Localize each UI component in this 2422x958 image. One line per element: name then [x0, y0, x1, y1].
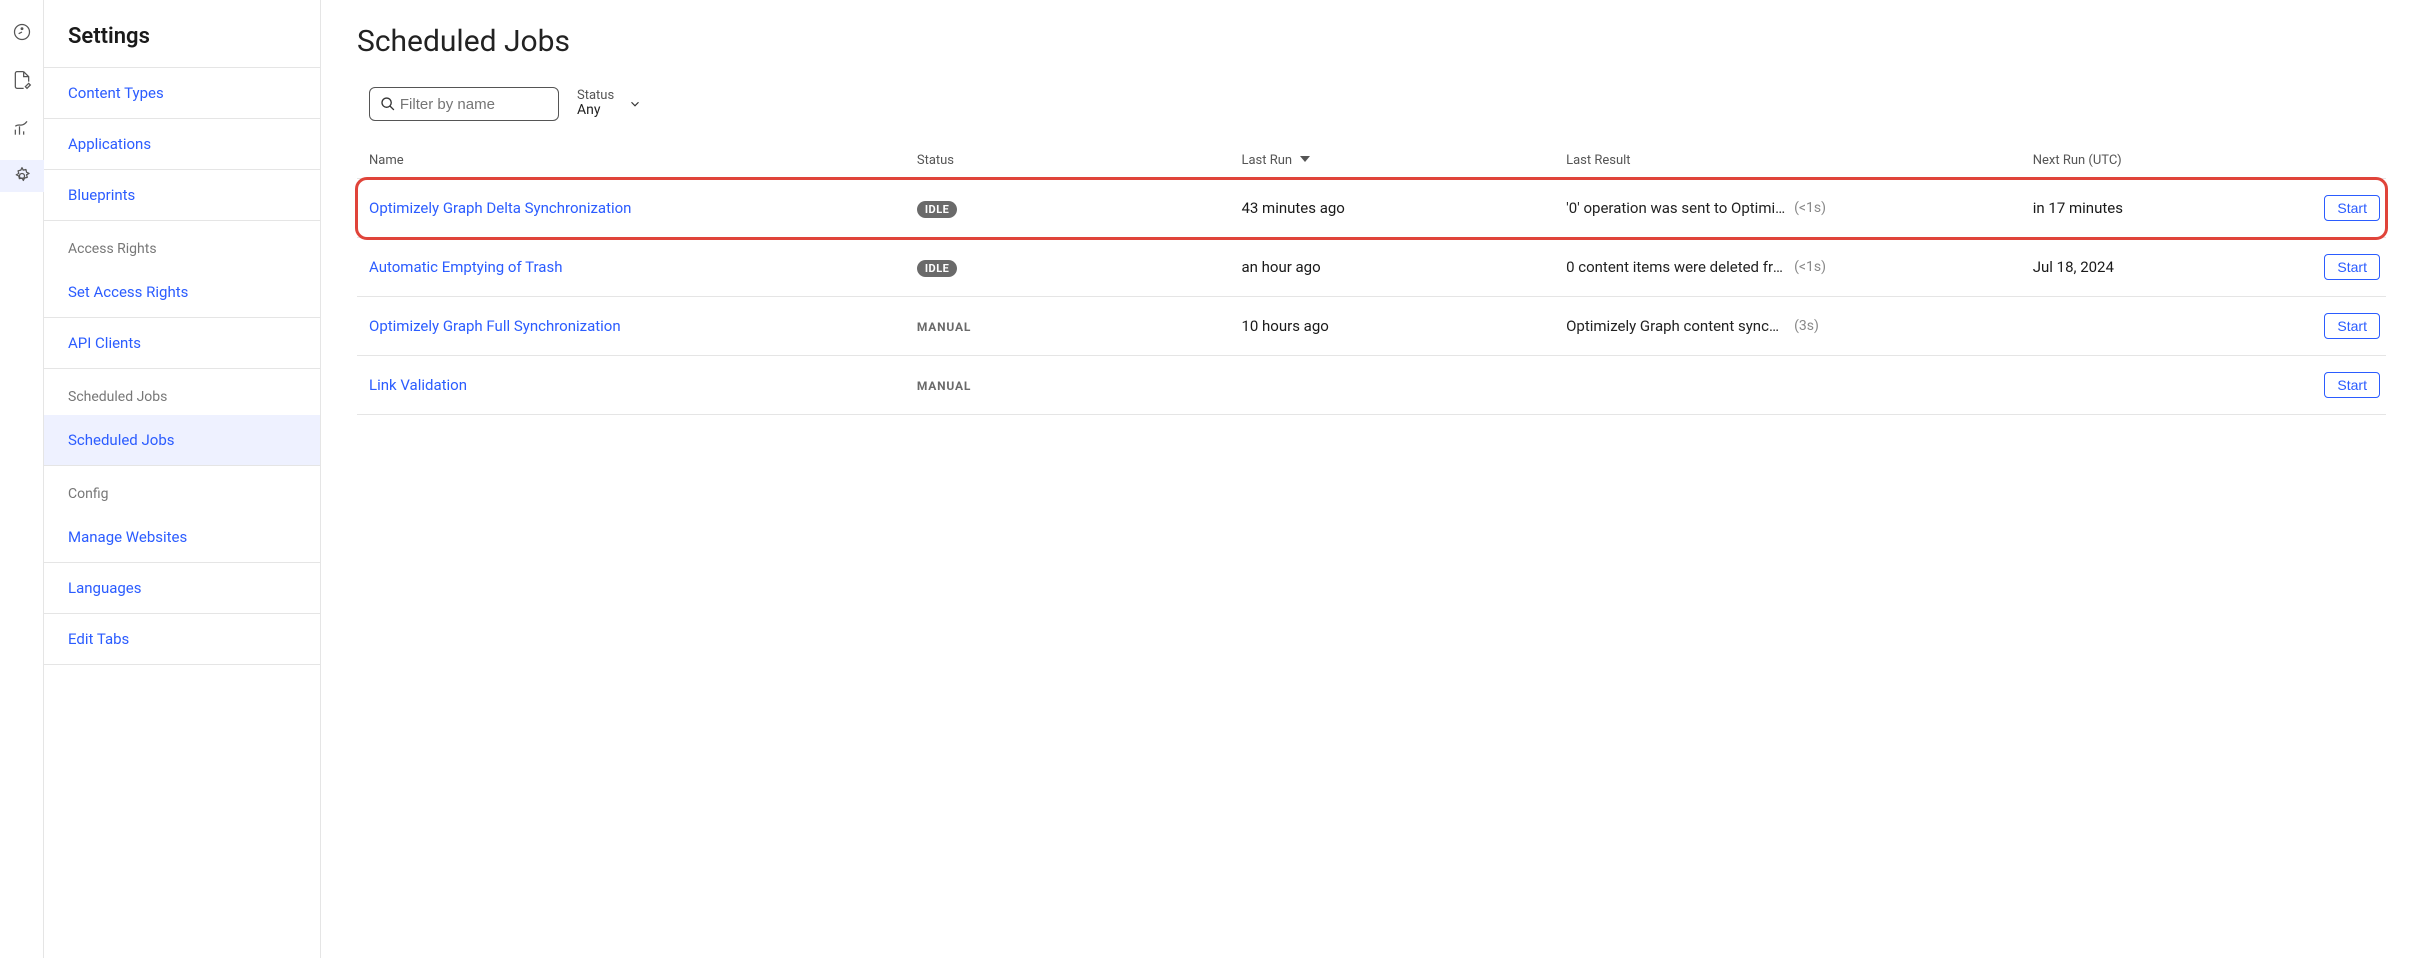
result-text: '0' operation was sent to Optimiz… — [1566, 199, 1786, 217]
start-button[interactable]: Start — [2324, 372, 2380, 398]
status-badge: MANUAL — [917, 379, 971, 393]
sidebar-item[interactable]: API Clients — [44, 318, 320, 369]
status-filter-label: Status — [577, 89, 614, 103]
table-row: Link Validation MANUAL Start — [357, 356, 2386, 415]
analytics-icon[interactable] — [0, 112, 44, 144]
filter-bar: Status Any — [357, 87, 2386, 121]
sidebar-item[interactable]: Languages — [44, 563, 320, 614]
sidebar-section-heading: Scheduled Jobs — [44, 369, 320, 415]
sidebar-item[interactable]: Content Types — [44, 68, 320, 119]
next-run-cell: in 17 minutes — [2021, 179, 2285, 238]
sidebar-section-heading: Access Rights — [44, 221, 320, 267]
status-badge: IDLE — [917, 260, 958, 277]
col-action — [2285, 145, 2386, 179]
col-lastresult[interactable]: Last Result — [1554, 145, 2021, 179]
result-text: 0 content items were deleted fro… — [1566, 258, 1786, 276]
start-button[interactable]: Start — [2324, 195, 2380, 221]
last-run-cell: 43 minutes ago — [1229, 179, 1554, 238]
page-title: Scheduled Jobs — [357, 24, 2386, 59]
sidebar-item[interactable]: Manage Websites — [44, 512, 320, 563]
sidebar-section-heading: Config — [44, 466, 320, 512]
sidebar-item[interactable]: Scheduled Jobs — [44, 415, 320, 466]
result-text: Optimizely Graph content synchro… — [1566, 317, 1786, 335]
next-run-cell — [2021, 297, 2285, 356]
sidebar: Settings Content TypesApplicationsBluepr… — [44, 0, 321, 958]
last-run-cell — [1229, 356, 1554, 415]
last-run-cell: an hour ago — [1229, 238, 1554, 297]
result-duration: (<1s) — [1794, 200, 1826, 216]
status-filter-value: Any — [577, 103, 614, 118]
next-run-cell: Jul 18, 2024 — [2021, 238, 2285, 297]
sidebar-item[interactable]: Set Access Rights — [44, 267, 320, 318]
sidebar-title: Settings — [44, 0, 320, 68]
edit-icon[interactable] — [0, 64, 44, 96]
sidebar-item[interactable]: Edit Tabs — [44, 614, 320, 665]
filter-input[interactable] — [400, 96, 548, 113]
result-duration: (<1s) — [1794, 259, 1826, 275]
col-status[interactable]: Status — [905, 145, 1230, 179]
job-name-link[interactable]: Automatic Emptying of Trash — [369, 258, 562, 276]
job-name-link[interactable]: Optimizely Graph Full Synchronization — [369, 317, 621, 335]
col-lastrun[interactable]: Last Run — [1229, 145, 1554, 179]
sidebar-item[interactable]: Blueprints — [44, 170, 320, 221]
next-run-cell — [2021, 356, 2285, 415]
main-content: Scheduled Jobs Status Any Name Status — [321, 0, 2422, 958]
status-badge: MANUAL — [917, 320, 971, 334]
icon-rail — [0, 0, 44, 958]
table-row: Optimizely Graph Delta Synchronization ID… — [357, 179, 2386, 238]
dashboard-icon[interactable] — [0, 16, 44, 48]
filter-input-wrap[interactable] — [369, 87, 559, 121]
job-name-link[interactable]: Optimizely Graph Delta Synchronization — [369, 199, 631, 217]
col-name[interactable]: Name — [357, 145, 905, 179]
status-filter-dropdown[interactable]: Status Any — [577, 89, 642, 119]
jobs-table: Name Status Last Run Last Result Next Ru… — [357, 145, 2386, 415]
search-icon — [380, 95, 396, 113]
sort-desc-icon — [1299, 153, 1311, 168]
start-button[interactable]: Start — [2324, 313, 2380, 339]
settings-icon[interactable] — [0, 160, 44, 192]
sidebar-item[interactable]: Applications — [44, 119, 320, 170]
start-button[interactable]: Start — [2324, 254, 2380, 280]
result-duration: (3s) — [1794, 318, 1819, 334]
chevron-down-icon — [628, 97, 642, 111]
table-row: Automatic Emptying of Trash IDLE an hour a… — [357, 238, 2386, 297]
table-row: Optimizely Graph Full Synchronization MAN… — [357, 297, 2386, 356]
col-nextrun[interactable]: Next Run (UTC) — [2021, 145, 2285, 179]
last-run-cell: 10 hours ago — [1229, 297, 1554, 356]
status-badge: IDLE — [917, 201, 958, 218]
job-name-link[interactable]: Link Validation — [369, 376, 467, 394]
